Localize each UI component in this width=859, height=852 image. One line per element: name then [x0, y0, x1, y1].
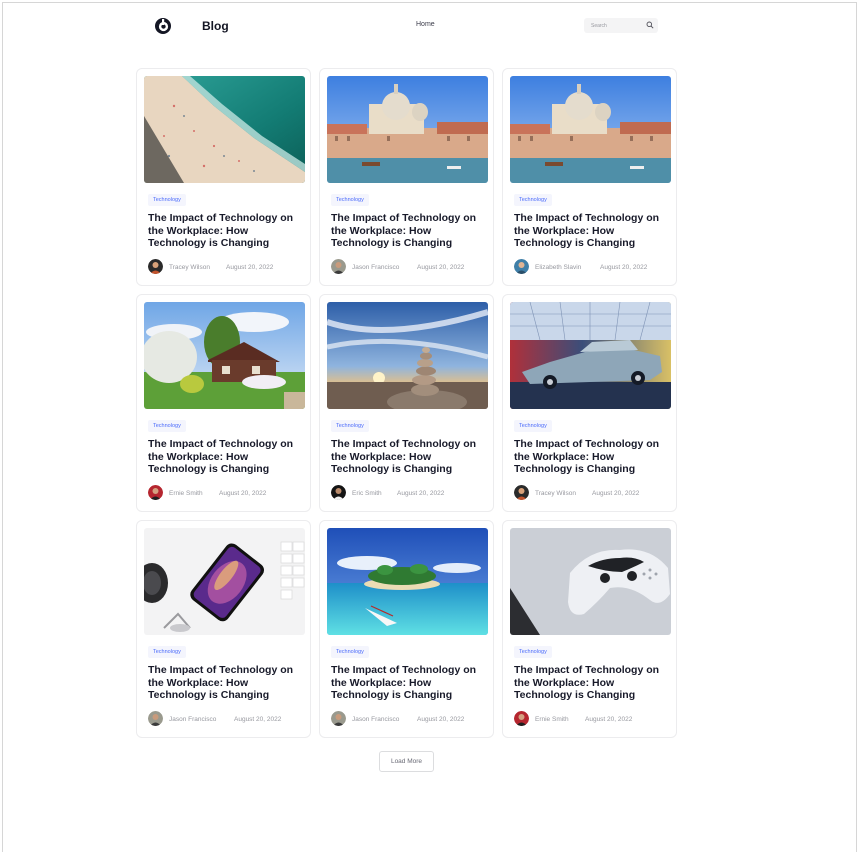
post-title[interactable]: The Impact of Technology on the Workplac… — [331, 438, 487, 476]
post-title[interactable]: The Impact of Technology on the Workplac… — [514, 664, 670, 702]
author-avatar — [148, 259, 163, 274]
game-controller-photo — [510, 528, 671, 635]
post-card[interactable]: Technology The Impact of Technology on t… — [136, 294, 311, 512]
post-thumbnail[interactable] — [327, 302, 488, 409]
author-name[interactable]: Jason Francisco — [352, 716, 399, 723]
post-grid: Technology The Impact of Technology on t… — [136, 68, 678, 738]
category-tag[interactable]: Technology — [148, 646, 186, 658]
post-date: August 20, 2022 — [592, 490, 640, 497]
nav-home-link[interactable]: Home — [416, 21, 435, 28]
post-thumbnail[interactable] — [144, 76, 305, 183]
post-date: August 20, 2022 — [600, 264, 648, 271]
category-tag[interactable]: Technology — [331, 646, 369, 658]
category-tag[interactable]: Technology — [148, 194, 186, 206]
post-card[interactable]: Technology The Impact of Technology on t… — [136, 68, 311, 286]
author-avatar — [331, 259, 346, 274]
post-card[interactable]: Technology The Impact of Technology on t… — [502, 294, 677, 512]
logo-icon[interactable] — [154, 17, 172, 35]
author-avatar — [331, 711, 346, 726]
smartphone-desk-photo — [144, 528, 305, 635]
author-avatar — [148, 711, 163, 726]
cottage-garden-photo — [144, 302, 305, 409]
post-title[interactable]: The Impact of Technology on the Workplac… — [331, 664, 487, 702]
load-more-button[interactable]: Load More — [379, 751, 434, 772]
stacked-stones-sunset-photo — [327, 302, 488, 409]
post-date: August 20, 2022 — [234, 716, 282, 723]
post-thumbnail[interactable] — [327, 528, 488, 635]
author-name[interactable]: Tracey Wilson — [169, 264, 210, 271]
post-thumbnail[interactable] — [510, 302, 671, 409]
author-avatar — [514, 259, 529, 274]
post-date: August 20, 2022 — [397, 490, 445, 497]
author-avatar — [514, 485, 529, 500]
category-tag[interactable]: Technology — [514, 194, 552, 206]
author-name[interactable]: Jason Francisco — [352, 264, 399, 271]
post-thumbnail[interactable] — [144, 528, 305, 635]
category-tag[interactable]: Technology — [148, 420, 186, 432]
post-card[interactable]: Technology The Impact of Technology on t… — [319, 520, 494, 738]
search-icon[interactable] — [646, 21, 654, 29]
author-avatar — [514, 711, 529, 726]
post-thumbnail[interactable] — [510, 76, 671, 183]
vintage-car-photo — [510, 302, 671, 409]
post-card[interactable]: Technology The Impact of Technology on t… — [502, 520, 677, 738]
author-name[interactable]: Eric Smith — [352, 490, 382, 497]
site-header: Blog Home — [0, 0, 859, 52]
post-date: August 20, 2022 — [219, 490, 267, 497]
category-tag[interactable]: Technology — [514, 420, 552, 432]
post-title[interactable]: The Impact of Technology on the Workplac… — [148, 212, 304, 250]
post-thumbnail[interactable] — [327, 76, 488, 183]
post-card[interactable]: Technology The Impact of Technology on t… — [319, 294, 494, 512]
post-card[interactable]: Technology The Impact of Technology on t… — [319, 68, 494, 286]
post-title[interactable]: The Impact of Technology on the Workplac… — [514, 212, 670, 250]
venice-canal-photo — [510, 76, 671, 183]
category-tag[interactable]: Technology — [331, 420, 369, 432]
post-title[interactable]: The Impact of Technology on the Workplac… — [148, 664, 304, 702]
author-name[interactable]: Ernie Smith — [169, 490, 203, 497]
post-thumbnail[interactable] — [510, 528, 671, 635]
post-date: August 20, 2022 — [417, 264, 465, 271]
post-title[interactable]: The Impact of Technology on the Workplac… — [514, 438, 670, 476]
venice-canal-photo — [327, 76, 488, 183]
post-card[interactable]: Technology The Impact of Technology on t… — [136, 520, 311, 738]
post-title[interactable]: The Impact of Technology on the Workplac… — [331, 212, 487, 250]
category-tag[interactable]: Technology — [514, 646, 552, 658]
post-date: August 20, 2022 — [226, 264, 274, 271]
post-date: August 20, 2022 — [585, 716, 633, 723]
author-name[interactable]: Ernie Smith — [535, 716, 569, 723]
post-thumbnail[interactable] — [144, 302, 305, 409]
author-name[interactable]: Elizabeth Slavin — [535, 264, 581, 271]
post-title[interactable]: The Impact of Technology on the Workplac… — [148, 438, 304, 476]
post-card[interactable]: Technology The Impact of Technology on t… — [502, 68, 677, 286]
search-input[interactable] — [591, 21, 643, 30]
brand-name[interactable]: Blog — [202, 19, 229, 33]
author-avatar — [331, 485, 346, 500]
search-box[interactable] — [584, 18, 658, 33]
beach-aerial-photo — [144, 76, 305, 183]
author-name[interactable]: Jason Francisco — [169, 716, 216, 723]
tropical-island-photo — [327, 528, 488, 635]
post-date: August 20, 2022 — [417, 716, 465, 723]
category-tag[interactable]: Technology — [331, 194, 369, 206]
author-avatar — [148, 485, 163, 500]
author-name[interactable]: Tracey Wilson — [535, 490, 576, 497]
